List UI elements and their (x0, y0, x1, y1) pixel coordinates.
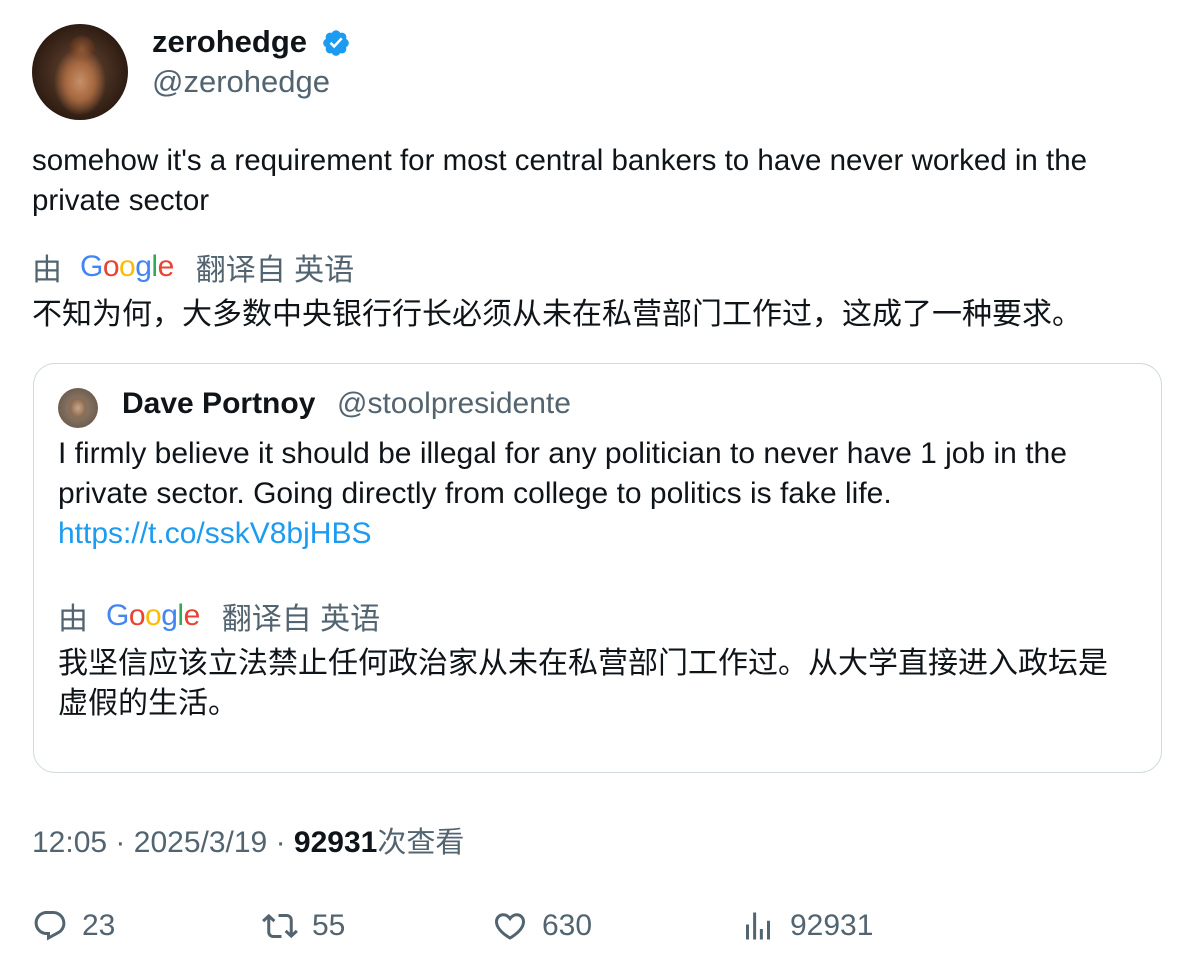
meta-separator: · (275, 826, 286, 859)
tweet-date[interactable]: 2025/3/19 (134, 826, 267, 859)
author-handle[interactable]: @zerohedge (152, 62, 330, 102)
like-icon (494, 913, 526, 940)
quoted-tweet-link[interactable]: https://t.co/sskV8bjHBS (58, 517, 371, 550)
tweet-meta: 12:05 · 2025/3/19 · 92931次查看 (32, 822, 464, 863)
quoted-google-logo: Google (106, 599, 200, 632)
quoted-translation-attribution: 由 Google 翻译自 英语 (58, 596, 380, 636)
google-logo: Google (80, 250, 174, 283)
quoted-tweet-text: I firmly believe it should be illegal fo… (58, 437, 1067, 510)
reply-button[interactable]: 23 (32, 908, 115, 944)
quoted-author-name[interactable]: Dave Portnoy (122, 384, 315, 424)
translated-by-label: 由 (32, 254, 62, 287)
retweet-count: 55 (312, 909, 346, 942)
quoted-tweet-card[interactable]: Dave Portnoy @stoolpresidente I firmly b… (33, 363, 1162, 773)
reply-icon (34, 911, 66, 941)
views-action-count: 92931 (790, 909, 874, 942)
quoted-author-handle[interactable]: @stoolpresidente (337, 384, 571, 424)
author-name[interactable]: zerohedge (152, 22, 307, 62)
reply-count: 23 (82, 909, 116, 942)
translation-attribution: 由 Google 翻译自 英语 (32, 247, 354, 287)
views-icon (746, 912, 770, 940)
quoted-translated-text: 我坚信应该立法禁止任何政治家从未在私营部门工作过。从大学直接进入政坛是虚假的生活… (58, 646, 1108, 721)
views-label: 次查看 (377, 825, 465, 859)
views-button[interactable]: 92931 (740, 908, 873, 944)
quoted-translated-by-label: 由 (58, 603, 88, 636)
author-avatar[interactable] (32, 24, 128, 120)
like-button[interactable]: 630 (492, 908, 592, 944)
translated-text: 不知为何，大多数中央银行行长必须从未在私营部门工作过，这成了一种要求。 (32, 297, 1082, 332)
quoted-author-avatar[interactable] (58, 388, 98, 428)
like-count: 630 (542, 909, 593, 942)
retweet-icon (262, 913, 298, 939)
meta-separator: · (115, 826, 126, 859)
verified-badge-icon (323, 30, 349, 56)
tweet-text: somehow it's a requirement for most cent… (32, 144, 1088, 217)
quoted-translated-from-label: 翻译自 英语 (221, 603, 381, 636)
retweet-button[interactable]: 55 (262, 908, 345, 944)
translated-from-label: 翻译自 英语 (195, 254, 355, 287)
tweet-time[interactable]: 12:05 (32, 826, 107, 859)
views-count: 92931 (293, 826, 378, 859)
quoted-tweet-text-block: I firmly believe it should be illegal fo… (58, 434, 1148, 554)
